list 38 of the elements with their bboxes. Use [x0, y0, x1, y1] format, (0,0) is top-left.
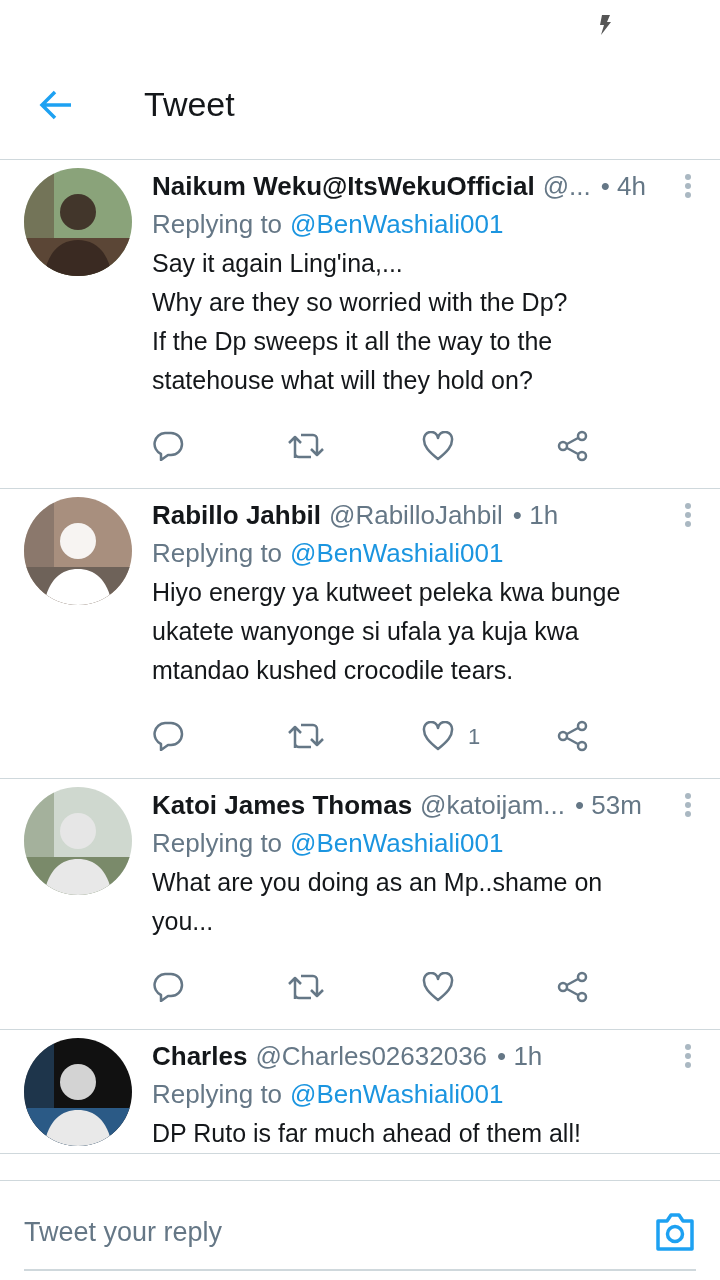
- replying-label: Replying to: [152, 1077, 283, 1111]
- retweet-icon[interactable]: [287, 722, 325, 750]
- camera-icon[interactable]: [654, 1212, 696, 1252]
- heart-icon[interactable]: [422, 721, 454, 751]
- retweet-icon[interactable]: [287, 432, 325, 460]
- retweet-icon[interactable]: [287, 973, 325, 1001]
- lightning-icon: [598, 15, 612, 35]
- timestamp: • 53m: [575, 788, 642, 822]
- share-icon[interactable]: [557, 720, 589, 752]
- share-icon[interactable]: [557, 971, 589, 1003]
- user-name[interactable]: Naikum Weku@ItsWekuOfficial: [152, 166, 535, 206]
- share-icon[interactable]: [557, 430, 589, 462]
- user-name[interactable]: Rabillo Jahbil: [152, 495, 322, 535]
- speech-bubble-icon[interactable]: [152, 431, 184, 461]
- tweet-text: DP Ruto is far much ahead of them all!: [152, 1118, 582, 1149]
- user-handle: @Charles02632036: [255, 1039, 488, 1073]
- replying-label: Replying to: [152, 207, 283, 241]
- speech-bubble-icon[interactable]: [152, 972, 184, 1002]
- timestamp: • 4h: [600, 169, 647, 203]
- heart-icon[interactable]: [422, 431, 454, 461]
- speech-bubble-icon[interactable]: [152, 721, 184, 751]
- user-handle: @...: [542, 169, 591, 203]
- replying-label: Replying to: [152, 826, 283, 860]
- replying-label: Replying to: [152, 536, 283, 570]
- tweet-text: Hiyo energy ya kutweet peleka kwa bunge ukatete wanyonge si ufala ya kuja kwa mtandao kushed crocodile tears.: [152, 577, 622, 686]
- user-handle: @RabilloJahbil: [329, 498, 503, 532]
- like-count: 1: [468, 722, 481, 751]
- back-arrow-icon: [39, 89, 73, 120]
- page-title: Tweet: [144, 84, 235, 125]
- timestamp: • 1h: [512, 498, 559, 532]
- timestamp: • 1h: [497, 1039, 543, 1073]
- user-name[interactable]: Charles: [152, 1036, 248, 1076]
- heart-icon[interactable]: [422, 972, 454, 1002]
- reply-field[interactable]: Tweet your reply: [24, 1211, 654, 1253]
- user-handle: @katoijam...: [420, 788, 565, 822]
- tweet-text: What are you doing as an Mp..shame on you...: [152, 867, 604, 937]
- user-name[interactable]: Katoi James Thomas: [152, 785, 413, 825]
- tweet-text: Say it again Ling'ina,... Why are they so worried with the Dp? If the Dp sweeps it all the way to the statehouse what will they hold on?: [152, 248, 569, 396]
